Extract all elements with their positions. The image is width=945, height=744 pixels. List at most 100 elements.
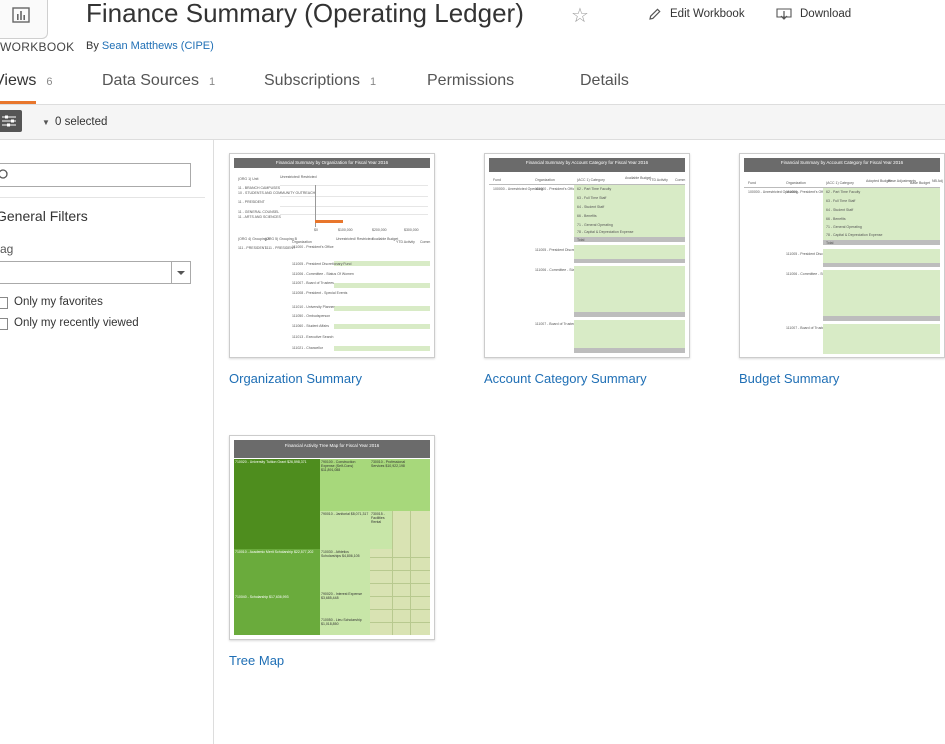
- selection-count[interactable]: 0 selected: [55, 116, 107, 128]
- axis-tick: $0: [314, 228, 318, 232]
- tab-label: Subscriptions: [264, 72, 361, 89]
- workbook-icon: [0, 0, 48, 39]
- tab-count: 1: [208, 76, 216, 88]
- thumbnail-title: Financial Summary by Account Category fo…: [744, 158, 940, 172]
- view-thumbnail-budget-summary[interactable]: Financial Summary by Account Category fo…: [739, 153, 945, 358]
- thumb-row: 11 - GENERAL COUNSEL: [238, 210, 280, 214]
- author-link[interactable]: Sean Matthews (CIPE): [102, 40, 214, 52]
- view-link-organization-summary[interactable]: Organization Summary: [229, 371, 362, 386]
- thumb-col: Organization: [292, 240, 312, 244]
- sidebar-separator: [0, 197, 205, 198]
- thumb-cat: Total: [826, 241, 834, 245]
- bar-chart-icon: [12, 7, 30, 23]
- edit-workbook-label: Edit Workbook: [670, 8, 745, 20]
- tab-views[interactable]: Views 6: [0, 72, 53, 90]
- thumbnail-title: Financial Summary by Organization for Fi…: [234, 158, 430, 168]
- view-link-account-category-summary[interactable]: Account Category Summary: [484, 371, 647, 386]
- tab-details[interactable]: Details: [580, 72, 629, 90]
- thumb-col: Organization: [535, 178, 555, 182]
- thumb-org: 111005 - President Discretionary Fund: [292, 262, 352, 266]
- treemap-cell: 710040 - Scholarship $17,636,993: [234, 594, 320, 635]
- view-thumbnail-account-category-summary[interactable]: Financial Summary by Account Category fo…: [484, 153, 690, 358]
- thumb-org: 111000 - President's Office: [292, 245, 334, 249]
- thumb-org: 111008 - President - Special Events: [292, 291, 348, 295]
- favorite-star-icon[interactable]: ☆: [571, 3, 589, 28]
- download-icon: [776, 8, 792, 20]
- view-link-tree-map[interactable]: Tree Map: [229, 653, 284, 668]
- thumb-cat: 62 - Part Time Faculty: [826, 190, 861, 194]
- tag-select[interactable]: [0, 261, 191, 284]
- tab-subscriptions[interactable]: Subscriptions 1: [264, 72, 376, 90]
- chevron-down-icon: [177, 271, 185, 275]
- treemap-cell: 790010 - Janitorial $8,071,317: [320, 511, 370, 549]
- view-thumbnail-organization-summary[interactable]: Financial Summary by Organization for Fi…: [229, 153, 435, 358]
- thumb-cat: 66 - Benefits: [577, 214, 597, 218]
- thumb-col: (ACC 1) Category: [577, 178, 605, 182]
- thumb-cell: 111 - PRESIDENT: [238, 246, 267, 250]
- thumbnail-title: Financial Activity Tree Map for Fiscal Y…: [234, 440, 430, 458]
- treemap-cell: 790100 - Construction Expense (Self-Cons…: [320, 459, 370, 511]
- tab-count: 1: [370, 76, 377, 88]
- thumb-col: (ACC 1) Category: [826, 181, 854, 185]
- filter-toggle-button[interactable]: [0, 110, 22, 132]
- treemap-cell: 710030 - Athletics Scholarships $4,806,1…: [320, 549, 370, 591]
- view-link-budget-summary[interactable]: Budget Summary: [739, 371, 839, 386]
- treemap-cell: 710050 - Lieu Scholarship $1,018,850: [320, 617, 370, 635]
- thumb-col: NB Adj: [932, 179, 943, 183]
- thumb-org: 111006 - Committee - Status Of Women: [292, 272, 354, 276]
- thumb-col: Fund: [493, 178, 501, 182]
- treemap-cell: 710010 - Academic Merit Scholarship $22,…: [234, 549, 320, 594]
- page-title: Finance Summary (Operating Ledger): [86, 0, 524, 28]
- thumb-cat: 71 - General Operating: [577, 223, 613, 227]
- tab-label: Views: [0, 72, 37, 89]
- search-icon: [0, 169, 8, 179]
- active-tab-indicator: [0, 101, 36, 104]
- owner-line: By Sean Matthews (CIPE): [86, 40, 214, 52]
- tab-data-sources[interactable]: Data Sources 1: [102, 72, 215, 90]
- treemap-cell: 730010 - Professional Services $10,922,1…: [370, 459, 420, 511]
- axis-tick: $200,000: [372, 228, 387, 232]
- thumb-col: Available Budget: [372, 237, 399, 241]
- tab-label: Data Sources: [102, 72, 199, 89]
- thumb-cat: 66 - Benefits: [826, 217, 846, 221]
- dropdown-button[interactable]: [171, 262, 190, 283]
- thumb-col: YTD Activity: [649, 178, 668, 182]
- workbook-type-label: WORKBOOK: [0, 40, 75, 54]
- thumb-row: 11 - ARTS AND SCIENCES: [238, 215, 281, 219]
- thumb-cat: 71 - General Operating: [826, 225, 862, 229]
- thumb-row: 11 - PRESIDENT: [238, 200, 265, 204]
- thumb-org: 111000 - President's Office: [786, 190, 828, 194]
- axis-tick: $300,000: [404, 228, 419, 232]
- treemap-cell: 790020 - Interest Expense $3,685,448: [320, 591, 370, 617]
- search-input[interactable]: [0, 163, 191, 187]
- thumb-col: YTD Activity: [396, 240, 415, 244]
- tab-count: 6: [46, 76, 53, 88]
- recently-viewed-checkbox[interactable]: [0, 318, 8, 330]
- tab-permissions[interactable]: Permissions: [427, 72, 514, 90]
- view-thumbnail-tree-map[interactable]: Financial Activity Tree Map for Fiscal Y…: [229, 435, 435, 640]
- thumb-cat: 78 - Capital & Depreciation Expense: [577, 230, 634, 234]
- bar-mark: [315, 220, 343, 223]
- thumb-org: 111050 - Ombudsperson: [292, 314, 331, 318]
- sliders-icon: [2, 115, 16, 127]
- download-button[interactable]: Download: [776, 7, 851, 21]
- caret-down-icon[interactable]: ▼: [42, 118, 50, 127]
- selection-toolbar: [0, 105, 945, 140]
- by-prefix: By: [86, 40, 99, 52]
- general-filters-heading: General Filters: [0, 208, 88, 224]
- thumb-row: 11 - BRANCH CAMPUSES: [238, 186, 281, 190]
- thumb-col: Unrestricted/ Restricted: [336, 237, 373, 241]
- recently-viewed-label: Only my recently viewed: [14, 317, 139, 329]
- thumb-cat: 63 - Full Time Staff: [577, 196, 607, 200]
- sidebar-divider: [213, 140, 214, 744]
- favorites-checkbox[interactable]: [0, 297, 8, 309]
- tag-filter-label: ag: [0, 242, 14, 256]
- thumb-cat: 62 - Part Time Faculty: [577, 187, 612, 191]
- thumb-col: Base Budget: [910, 181, 931, 185]
- favorites-label: Only my favorites: [14, 296, 103, 308]
- download-label: Download: [800, 8, 852, 20]
- treemap-cell: 710020 - University Tuition Grant $26,59…: [234, 459, 320, 549]
- thumb-cat: 64 - Student Staff: [577, 205, 605, 209]
- thumb-cat: 78 - Capital & Depreciation Expense: [826, 233, 883, 237]
- edit-workbook-button[interactable]: Edit Workbook: [648, 7, 745, 21]
